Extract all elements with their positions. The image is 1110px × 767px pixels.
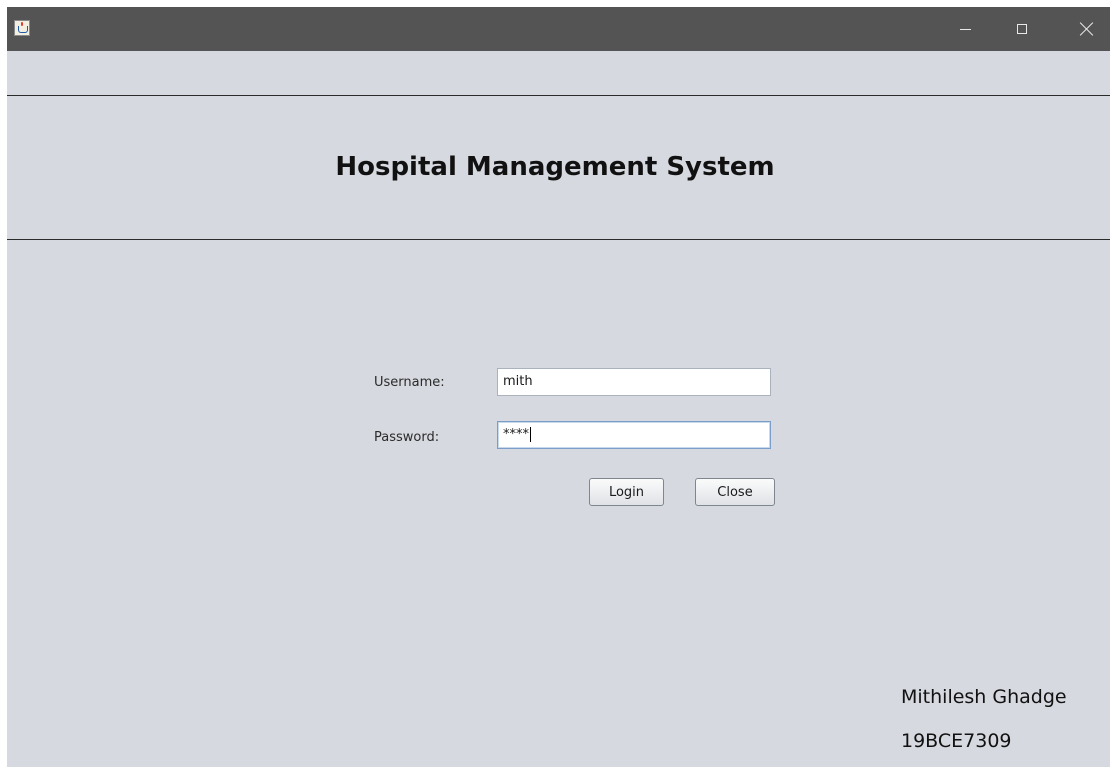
header-top-divider — [7, 95, 1110, 96]
maximize-icon — [1017, 24, 1027, 34]
page-title: Hospital Management System — [335, 152, 775, 182]
minimize-button[interactable] — [942, 7, 988, 51]
text-cursor — [530, 427, 531, 442]
password-field[interactable]: **** — [497, 421, 771, 449]
window-close-button[interactable] — [1064, 7, 1110, 51]
username-value: mith — [503, 374, 533, 389]
author-id: 19BCE7309 — [901, 730, 1012, 752]
close-icon — [1080, 22, 1094, 36]
close-button[interactable]: Close — [695, 478, 775, 506]
minimize-icon — [959, 28, 971, 30]
login-button[interactable]: Login — [589, 478, 664, 506]
username-label: Username: — [374, 375, 445, 390]
java-cup-icon — [14, 20, 30, 36]
window-titlebar[interactable] — [7, 7, 1110, 51]
password-value: **** — [503, 427, 529, 442]
header-bottom-divider — [7, 239, 1110, 240]
username-field[interactable]: mith — [497, 368, 771, 396]
author-name: Mithilesh Ghadge — [901, 686, 1067, 708]
password-label: Password: — [374, 430, 440, 445]
app-icon-cup — [18, 26, 28, 33]
maximize-button[interactable] — [999, 7, 1045, 51]
login-window: Hospital Management System Username: mit… — [7, 7, 1110, 767]
